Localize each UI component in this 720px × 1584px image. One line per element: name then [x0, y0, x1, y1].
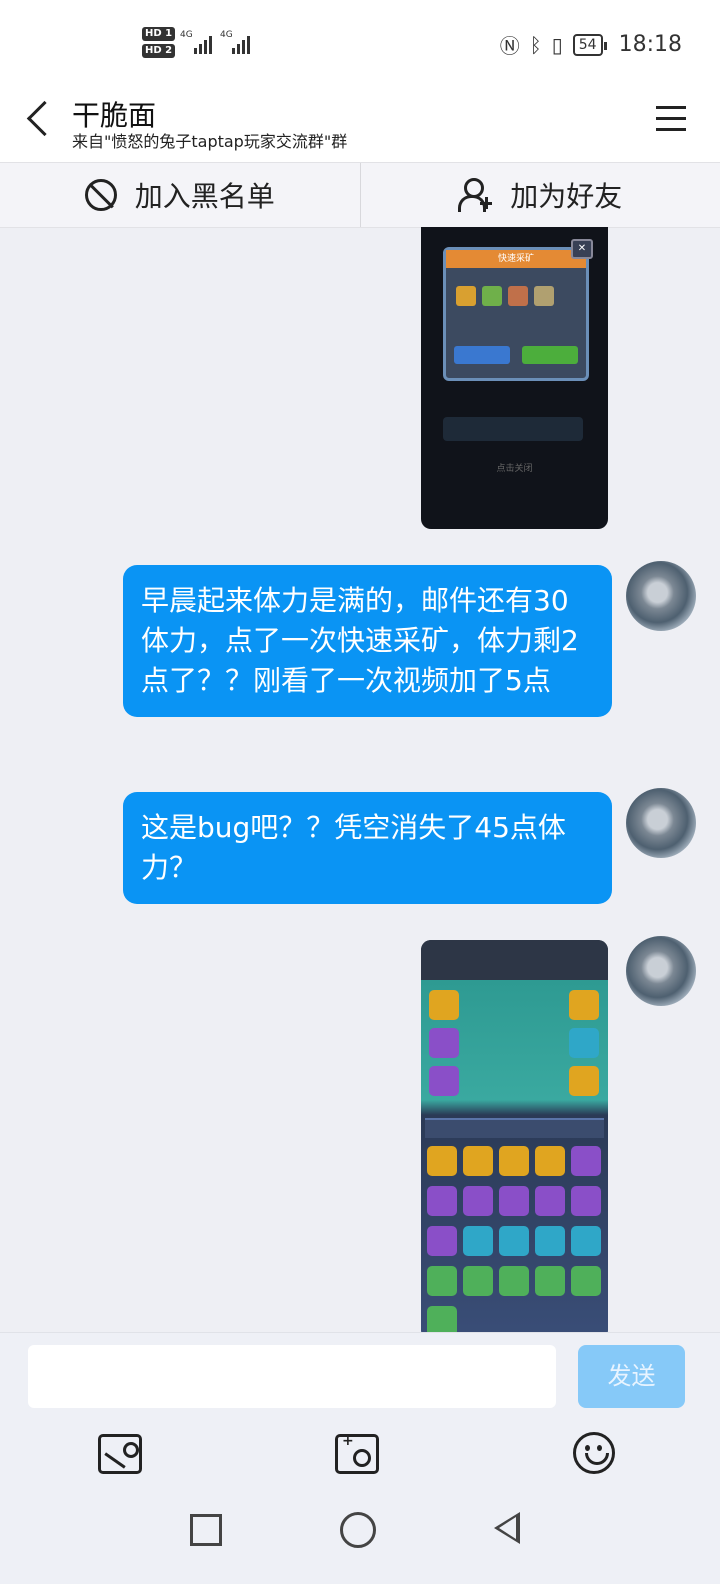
game-item [535, 1266, 565, 1296]
game-item [499, 1186, 529, 1216]
battery-icon: 54 [572, 33, 607, 56]
sim-indicators: HD 1 HD 2 [142, 26, 176, 60]
back-icon[interactable] [22, 98, 62, 144]
add-friend-icon [458, 178, 493, 212]
game-item [427, 1186, 457, 1216]
game-item [535, 1146, 565, 1176]
game-item [571, 1186, 601, 1216]
network-type-1: 4G [180, 30, 193, 40]
nfc-icon: Ⓝ [499, 34, 520, 58]
message-list[interactable]: 快速采矿 ✕ 点击关闭 早晨起来体力是满的，邮件还有30体力，点了一次快速采矿，… [0, 227, 720, 1332]
home-icon[interactable] [340, 1512, 376, 1548]
message-bubble[interactable]: 早晨起来体力是满的，邮件还有30体力，点了一次快速采矿，体力剩2点了？？刚看了一… [123, 565, 612, 717]
game-item [463, 1226, 493, 1256]
game-item [463, 1146, 493, 1176]
bluetooth-icon: ᛒ [529, 32, 542, 57]
input-bar: 发送 [0, 1332, 720, 1421]
add-friend-label: 加为好友 [510, 180, 623, 213]
game-item [571, 1226, 601, 1256]
attachment-toolbar [0, 1420, 720, 1500]
message-bubble[interactable]: 这是bug吧？？凭空消失了45点体力？ [123, 792, 612, 904]
game-item [569, 990, 599, 1020]
signal-icon [194, 32, 212, 54]
game-item [535, 1186, 565, 1216]
game-item [499, 1146, 529, 1176]
game-item [429, 1066, 459, 1096]
network-type-2: 4G [220, 30, 233, 40]
game-item [499, 1226, 529, 1256]
chat-header: 干脆面 来自"愤怒的兔子taptap玩家交流群"群 [0, 90, 720, 162]
stranger-actions: 加入黑名单 加为好友 [0, 162, 720, 228]
image-caption: 点击关闭 [496, 464, 533, 474]
camera-icon[interactable] [335, 1433, 379, 1474]
block-label: 加入黑名单 [134, 180, 275, 213]
status-bar: HD 1 HD 2 4G 4G Ⓝ ᛒ ▯ 54 18:18 [0, 0, 720, 90]
game-item [463, 1186, 493, 1216]
game-item [429, 1028, 459, 1058]
message-image[interactable]: 快速采矿 ✕ 点击关闭 [421, 227, 608, 529]
signal-icon [232, 32, 250, 54]
game-item [571, 1266, 601, 1296]
game-item [569, 1028, 599, 1058]
add-friend-button[interactable]: 加为好友 [361, 163, 720, 227]
status-right: Ⓝ ᛒ ▯ 54 18:18 [500, 30, 682, 59]
game-item [427, 1306, 457, 1332]
game-popup: 快速采矿 [443, 247, 589, 381]
clock: 18:18 [618, 32, 682, 57]
game-top-bar [421, 940, 608, 980]
popup-close-icon: ✕ [571, 239, 593, 259]
send-button[interactable]: 发送 [578, 1345, 685, 1408]
game-item [427, 1226, 457, 1256]
image-icon[interactable] [98, 1434, 142, 1474]
avatar[interactable] [626, 561, 696, 631]
hd1-badge: HD 1 [142, 27, 176, 41]
game-item [569, 1066, 599, 1096]
recents-icon[interactable] [190, 1514, 222, 1546]
contact-source: 来自"愤怒的兔子taptap玩家交流群"群 [72, 132, 348, 151]
popup-title: 快速采矿 [446, 250, 586, 268]
emoji-icon[interactable] [573, 1432, 615, 1474]
message-image[interactable] [421, 940, 608, 1332]
message-input[interactable] [28, 1345, 556, 1408]
game-item [427, 1266, 457, 1296]
back-nav-icon[interactable] [494, 1512, 520, 1544]
block-button[interactable]: 加入黑名单 [0, 163, 360, 227]
game-item [463, 1266, 493, 1296]
avatar[interactable] [626, 936, 696, 1006]
vibrate-icon: ▯ [551, 32, 563, 57]
game-item [429, 990, 459, 1020]
game-banner [425, 1118, 604, 1138]
system-nav-bar [0, 1500, 720, 1584]
game-item [499, 1266, 529, 1296]
block-icon [84, 179, 117, 211]
avatar[interactable] [626, 788, 696, 858]
game-item [535, 1226, 565, 1256]
game-item [571, 1146, 601, 1176]
game-item [427, 1146, 457, 1176]
popup-backdrop-bar [443, 417, 583, 441]
menu-icon[interactable] [656, 106, 686, 132]
hd2-badge: HD 2 [142, 44, 176, 58]
